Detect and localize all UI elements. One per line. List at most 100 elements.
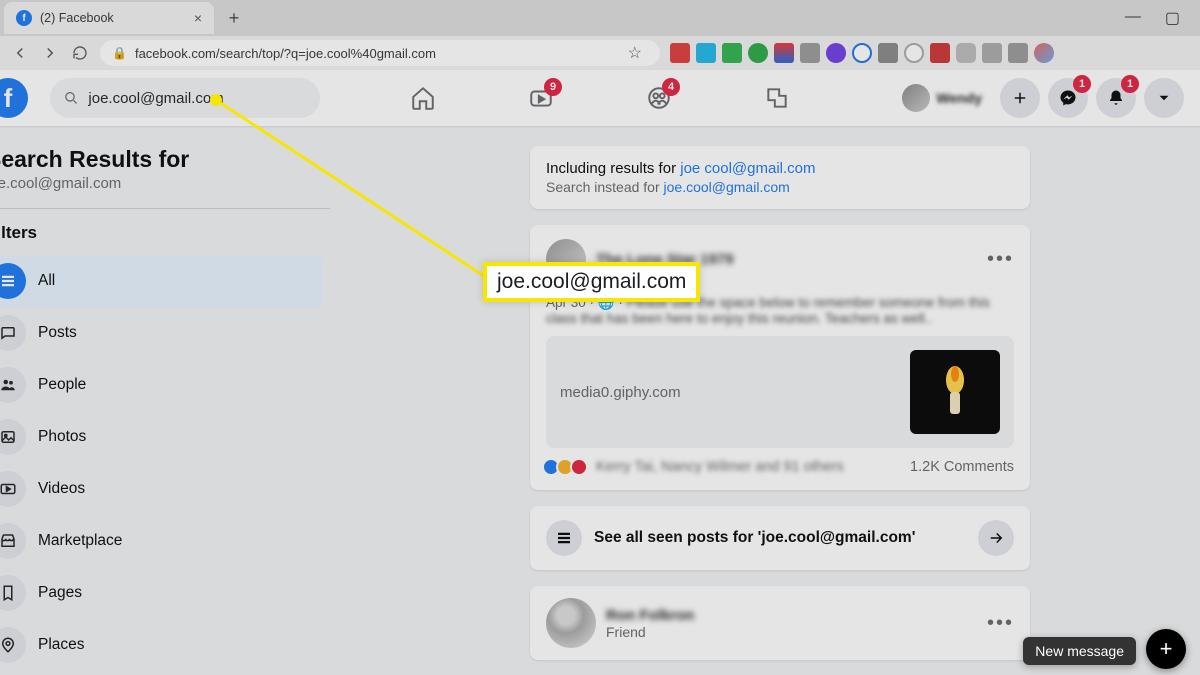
plus-icon <box>1011 89 1029 107</box>
bell-icon <box>1107 89 1125 107</box>
facebook-header: f 9 4 Wendy 1 <box>0 70 1200 126</box>
friend-avatar <box>546 598 596 648</box>
tab-title: (2) Facebook <box>40 11 114 25</box>
close-tab-icon[interactable]: × <box>194 10 202 26</box>
ext-icon[interactable] <box>826 43 846 63</box>
ext-icon[interactable] <box>670 43 690 63</box>
nav-groups[interactable]: 4 <box>604 72 714 124</box>
filter-label: Photos <box>38 428 86 446</box>
friend-card[interactable]: Ron Folkron Friend ••• <box>530 586 1030 660</box>
minimize-icon[interactable]: — <box>1125 8 1141 28</box>
filter-marketplace[interactable]: Marketplace <box>0 515 322 567</box>
ext-icon[interactable] <box>800 43 820 63</box>
new-tab-button[interactable]: + <box>220 4 248 32</box>
filter-places[interactable]: Places <box>0 619 322 671</box>
create-button[interactable] <box>1000 78 1040 118</box>
url-field[interactable]: 🔒 facebook.com/search/top/?q=joe.cool%40… <box>100 40 660 66</box>
instead-link[interactable]: joe.cool@gmail.com <box>664 179 790 195</box>
content: Including results for joe cool@gmail.com… <box>330 126 1200 675</box>
videos-icon <box>0 471 26 507</box>
ext-icon[interactable] <box>1008 43 1028 63</box>
nav-gaming[interactable] <box>722 72 832 124</box>
sidebar: Search Results for joe.cool@gmail.com Fi… <box>0 126 330 675</box>
filter-people[interactable]: People <box>0 359 322 411</box>
center-nav: 9 4 <box>368 72 832 124</box>
filter-label: Videos <box>38 480 85 498</box>
url-text: facebook.com/search/top/?q=joe.cool%40gm… <box>135 46 436 61</box>
sidebar-title: Search Results for <box>0 146 322 173</box>
marketplace-icon <box>0 523 26 559</box>
profile-chip[interactable]: Wendy <box>898 80 992 116</box>
divider <box>0 208 330 209</box>
filters-heading: Filters <box>0 223 322 243</box>
notifications-badge: 1 <box>1121 75 1139 93</box>
posts-icon <box>0 315 26 351</box>
arrow-right-icon <box>978 520 1014 556</box>
ext-icon[interactable] <box>878 43 898 63</box>
bookmark-star-icon[interactable]: ☆ <box>628 43 648 63</box>
people-icon <box>0 367 26 403</box>
ext-icon[interactable] <box>852 43 872 63</box>
window-controls: — ▢ <box>1125 8 1196 28</box>
new-message-plus[interactable]: + <box>1146 629 1186 669</box>
ext-icon[interactable] <box>748 43 768 63</box>
nav-home[interactable] <box>368 72 478 124</box>
post-menu-icon[interactable]: ••• <box>987 248 1014 271</box>
link-thumbnail <box>910 350 1000 434</box>
ext-icon[interactable] <box>1034 43 1054 63</box>
filter-posts[interactable]: Posts <box>0 307 322 359</box>
filter-label: Marketplace <box>38 532 122 550</box>
filter-pages[interactable]: Pages <box>0 567 322 619</box>
link-text: media0.giphy.com <box>560 384 681 401</box>
instead-prefix: Search instead for <box>546 179 664 195</box>
browser-tab[interactable]: f (2) Facebook × <box>4 2 214 34</box>
chevron-down-icon <box>1155 89 1173 107</box>
pages-icon <box>0 575 26 611</box>
ext-icon[interactable] <box>930 43 950 63</box>
groups-badge: 4 <box>662 78 680 96</box>
ext-icon[interactable] <box>774 43 794 63</box>
facebook-search[interactable] <box>50 78 320 118</box>
extension-row <box>670 43 1054 63</box>
facebook-logo[interactable]: f <box>0 78 28 118</box>
ext-icon[interactable] <box>982 43 1002 63</box>
ext-icon[interactable] <box>696 43 716 63</box>
filter-all[interactable]: All <box>0 255 322 307</box>
filter-videos[interactable]: Videos <box>0 463 322 515</box>
avatar <box>902 84 930 112</box>
watch-badge: 9 <box>544 78 562 96</box>
maximize-icon[interactable]: ▢ <box>1165 8 1180 28</box>
sidebar-query: joe.cool@gmail.com <box>0 175 322 192</box>
filter-label: People <box>38 376 86 394</box>
did-you-mean-card: Including results for joe cool@gmail.com… <box>530 146 1030 209</box>
messenger-icon <box>1059 89 1077 107</box>
messenger-button[interactable]: 1 <box>1048 78 1088 118</box>
nav-watch[interactable]: 9 <box>486 72 596 124</box>
filter-photos[interactable]: Photos <box>0 411 322 463</box>
profile-name: Wendy <box>936 90 982 106</box>
reaction-names: Kerry Tai, Nancy Wilmer and 91 others <box>596 459 910 475</box>
new-message-button[interactable]: New message <box>1023 637 1136 665</box>
friend-menu-icon[interactable]: ••• <box>987 612 1014 635</box>
including-link[interactable]: joe cool@gmail.com <box>680 160 815 177</box>
notifications-button[interactable]: 1 <box>1096 78 1136 118</box>
ext-icon[interactable] <box>722 43 742 63</box>
comment-count[interactable]: 1.2K Comments <box>910 459 1014 475</box>
search-input[interactable] <box>88 90 306 107</box>
see-all-card[interactable]: See all seen posts for 'joe.cool@gmail.c… <box>530 506 1030 570</box>
link-preview[interactable]: media0.giphy.com <box>546 336 1014 448</box>
filter-label: All <box>38 272 55 290</box>
account-menu-button[interactable] <box>1144 78 1184 118</box>
facebook-favicon: f <box>16 10 32 26</box>
ext-icon[interactable] <box>956 43 976 63</box>
friend-name: Ron Folkron <box>606 607 694 624</box>
reload-button[interactable] <box>70 43 90 63</box>
lock-icon: 🔒 <box>112 46 127 60</box>
messenger-badge: 1 <box>1073 75 1091 93</box>
ext-icon[interactable] <box>904 43 924 63</box>
back-button[interactable] <box>10 43 30 63</box>
tab-bar: f (2) Facebook × + — ▢ <box>0 0 1200 36</box>
forward-button[interactable] <box>40 43 60 63</box>
places-icon <box>0 627 26 663</box>
reaction-icons[interactable] <box>546 458 588 476</box>
